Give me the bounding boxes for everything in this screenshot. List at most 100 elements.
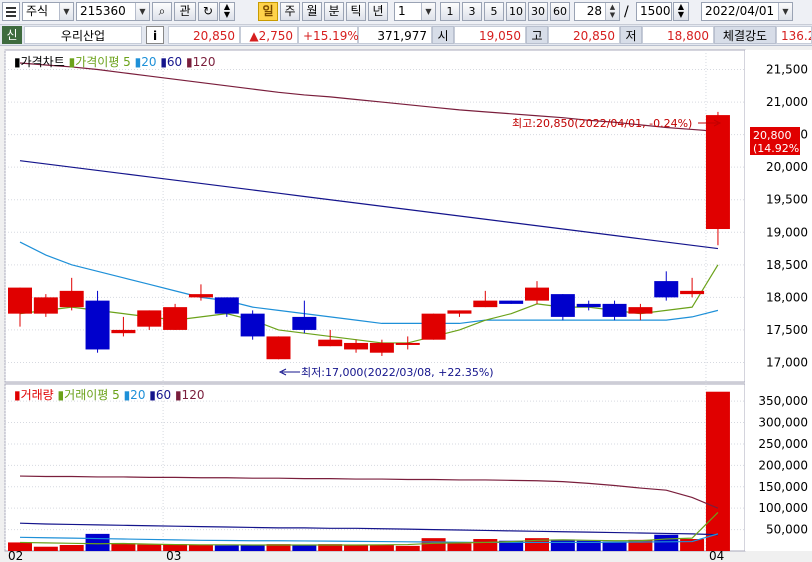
- volume-panel: [4, 383, 746, 552]
- change-percent: +15.19%: [298, 26, 359, 44]
- volume-bar: [85, 533, 110, 551]
- high-price: 20,850: [548, 26, 620, 44]
- candle-body: [8, 287, 32, 314]
- period-unit-value: 1: [398, 4, 406, 18]
- chevron-down-icon: ▼: [59, 3, 73, 20]
- candle-body: [369, 342, 394, 353]
- chevron-down-icon: ▼: [135, 3, 149, 20]
- legend-entry: ▮60: [149, 388, 175, 402]
- candle-body: [85, 300, 110, 350]
- current-price-tag-pct: (14.92%): [753, 142, 804, 155]
- volume-bar: [344, 545, 369, 551]
- candle-body: [550, 294, 575, 317]
- candle-body: [473, 300, 498, 308]
- period-minute-button[interactable]: 분: [324, 2, 344, 21]
- candle-body: [576, 303, 601, 308]
- total-count-input[interactable]: 1500: [636, 2, 672, 21]
- volume-bar: [654, 534, 679, 551]
- low-annotation: 최저:17,000(2022/03/08, +22.35%): [278, 366, 494, 379]
- volume-bar: [137, 544, 162, 551]
- refresh-icon: ↻: [202, 4, 214, 18]
- trade-volume: 371,977: [358, 26, 432, 44]
- open-label: 시: [432, 26, 454, 44]
- volume-bar: [421, 538, 446, 551]
- candle-body: [240, 313, 265, 337]
- open-price: 19,050: [454, 26, 526, 44]
- search-button[interactable]: ⌕: [152, 2, 172, 21]
- candle-body: [705, 115, 730, 230]
- current-price-tag: 20,800 (14.92%): [750, 127, 804, 155]
- price-tick-label: 17,500: [766, 323, 808, 337]
- svg-text:▮거래량 ▮거래이평 5 ▮20 ▮60 ▮120: ▮거래량 ▮거래이평 5 ▮20 ▮60 ▮120: [14, 388, 204, 402]
- svg-text:▮가격차트 ▮가격이평 5 ▮20 ▮60 ▮120: ▮가격차트 ▮가격이평 5 ▮20 ▮60 ▮120: [14, 55, 216, 69]
- price-tick-label: 21,500: [766, 63, 808, 77]
- quick-period-button-10[interactable]: 10: [506, 2, 526, 21]
- volume-bar: [369, 545, 394, 551]
- period-yearly-button[interactable]: 년: [368, 2, 388, 21]
- legend-entry: ▮120: [175, 388, 205, 402]
- menu-icon[interactable]: [2, 2, 20, 21]
- volume-bar: [111, 543, 136, 551]
- x-tick-label: 04: [709, 549, 724, 562]
- legend-entry: ▮거래이평 5: [58, 388, 124, 402]
- strength-label: 체결강도: [714, 26, 776, 44]
- candle-body: [395, 342, 420, 345]
- volume-bar: [705, 391, 730, 551]
- volume-bar: [59, 545, 84, 551]
- low-annotation-text: 최저:17,000(2022/03/08, +22.35%): [301, 366, 494, 379]
- stock-code-value: 215360: [80, 4, 126, 18]
- volume-bar: [292, 545, 317, 551]
- volume-tick-label: 150,000: [758, 480, 808, 494]
- credit-badge: 신: [2, 26, 22, 44]
- chevron-down-icon: ▼: [223, 10, 231, 19]
- quick-period-button-3[interactable]: 3: [462, 2, 482, 21]
- legend-entry: ▮60: [160, 55, 186, 69]
- candle-body: [59, 290, 84, 308]
- quick-period-button-5[interactable]: 5: [484, 2, 504, 21]
- candle-body: [137, 310, 162, 327]
- period-tick-button[interactable]: 틱: [346, 2, 366, 21]
- candle-body: [680, 290, 705, 295]
- market-type-select[interactable]: 주식 ▼: [22, 2, 74, 21]
- price-legend: ▮가격차트 ▮가격이평 5 ▮20 ▮60 ▮120: [14, 55, 216, 69]
- volume-tick-label: 300,000: [758, 416, 808, 430]
- volume-bar: [680, 539, 705, 551]
- stock-code-input[interactable]: 215360 ▼: [76, 2, 150, 21]
- toolbar: 주식 ▼ 215360 ▼ ⌕ 관 ↻ ▲ ▼ 일 주 월 분 틱 년 1 ▼ 1…: [0, 0, 812, 25]
- volume-tick-label: 200,000: [758, 458, 808, 472]
- price-tick-label: 17,000: [766, 355, 808, 369]
- up-down-stepper[interactable]: ▲ ▼: [219, 2, 235, 21]
- total-stepper[interactable]: ▲ ▼: [673, 2, 689, 21]
- quick-period-button-30[interactable]: 30: [528, 2, 548, 21]
- current-price: 20,850: [168, 26, 240, 44]
- period-weekly-button[interactable]: 주: [280, 2, 300, 21]
- info-icon[interactable]: i: [146, 26, 164, 44]
- count-separator: /: [624, 4, 629, 20]
- candle-body: [344, 342, 369, 350]
- price-tick-label: 19,000: [766, 225, 808, 239]
- refresh-button[interactable]: ↻: [198, 2, 218, 21]
- volume-bar: [214, 545, 239, 551]
- period-daily-button[interactable]: 일: [258, 2, 278, 21]
- candle-body: [421, 313, 446, 340]
- candle-body: [525, 287, 549, 301]
- candle-body: [163, 307, 188, 330]
- period-unit-select[interactable]: 1 ▼: [394, 2, 436, 21]
- strength-value: 136.2: [776, 26, 812, 44]
- stock-chart[interactable]: 17,000 17,500 18,000 18,500 19,000 19,500 20,0…: [0, 47, 812, 562]
- date-input[interactable]: 2022/04/01 ▼: [701, 2, 793, 21]
- low-label: 저: [620, 26, 642, 44]
- display-count-input[interactable]: 28 ▲ ▼: [574, 2, 620, 21]
- quick-period-button-60[interactable]: 60: [550, 2, 570, 21]
- period-monthly-button[interactable]: 월: [302, 2, 322, 21]
- quick-period-button-1[interactable]: 1: [440, 2, 460, 21]
- candle-body: [266, 336, 291, 360]
- legend-entry: ▮20: [124, 388, 150, 402]
- volume-bar: [33, 546, 58, 551]
- volume-tick-label: 250,000: [758, 437, 808, 451]
- volume-tick-label: 50,000: [766, 523, 808, 537]
- analysis-button[interactable]: 관: [174, 2, 196, 21]
- volume-bar: [395, 545, 420, 551]
- candle-body: [318, 339, 343, 347]
- volume-bar: [447, 543, 472, 551]
